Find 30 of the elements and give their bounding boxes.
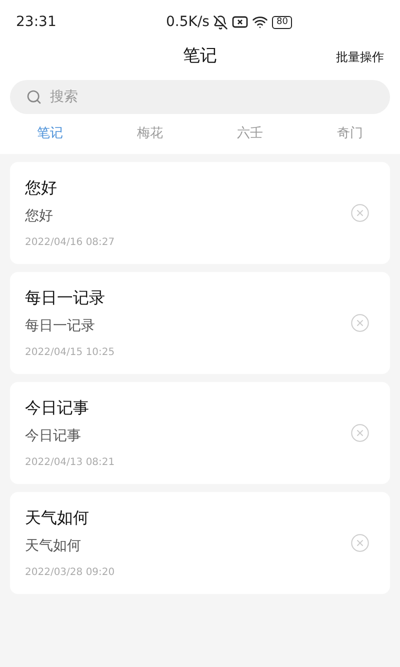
delete-icon[interactable]: [350, 203, 370, 223]
note-card[interactable]: 天气如何 天气如何 2022/03/28 09:20: [10, 492, 390, 594]
note-title: 每日一记录: [25, 287, 106, 309]
delete-icon[interactable]: [350, 313, 370, 333]
sim-icon: [232, 16, 248, 28]
status-time: 23:31: [16, 12, 58, 32]
note-title: 今日记事: [25, 397, 90, 419]
note-date: 2022/04/16 08:27: [25, 236, 116, 250]
note-card[interactable]: 今日记事 今日记事 2022/04/13 08:21: [10, 382, 390, 484]
mute-icon: [213, 14, 228, 30]
batch-action-button[interactable]: 批量操作: [336, 48, 384, 66]
note-date: 2022/04/15 10:25: [25, 346, 116, 360]
wifi-icon: [252, 14, 268, 30]
delete-icon[interactable]: [350, 423, 370, 443]
note-title: 天气如何: [25, 507, 90, 529]
note-body: 今日记事: [25, 427, 82, 446]
note-body: 天气如何: [25, 537, 82, 556]
battery-indicator: 80: [272, 16, 292, 28]
page-title: 笔记: [183, 45, 217, 68]
network-speed: 0.5K/s: [166, 12, 210, 32]
note-date: 2022/03/28 09:20: [25, 566, 116, 580]
search-icon: [26, 89, 42, 105]
delete-icon[interactable]: [350, 533, 370, 553]
note-date: 2022/04/13 08:21: [25, 456, 116, 470]
search-field[interactable]: 搜索: [10, 80, 390, 114]
note-body: 您好: [25, 207, 54, 226]
note-card[interactable]: 每日一记录 每日一记录 2022/04/15 10:25: [10, 272, 390, 374]
note-body: 每日一记录: [25, 317, 96, 336]
note-card[interactable]: 您好 您好 2022/04/16 08:27: [10, 162, 390, 264]
note-title: 您好: [25, 177, 58, 199]
